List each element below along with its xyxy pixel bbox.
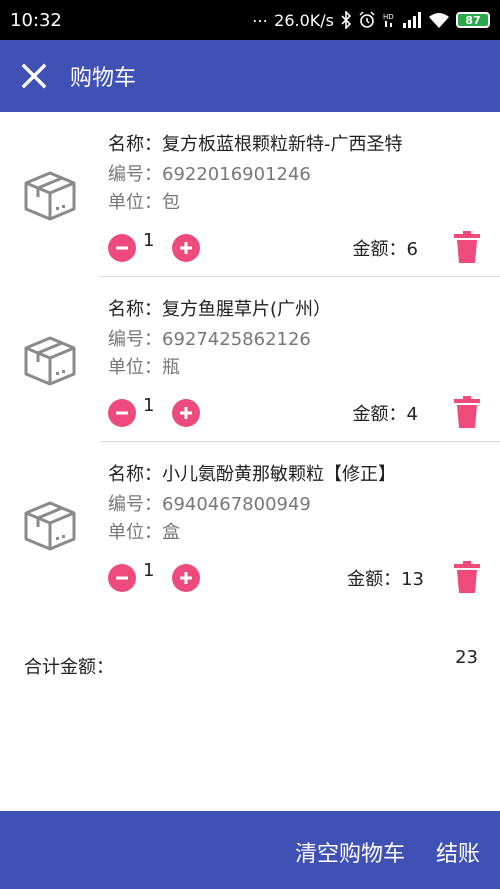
decrease-quantity-button[interactable]: [108, 234, 136, 262]
increase-quantity-button[interactable]: [172, 399, 200, 427]
total-value: 23: [455, 647, 478, 668]
status-time: 10:32: [10, 9, 62, 31]
item-name: 名称：复方鱼腥草片(广州）: [108, 299, 332, 320]
item-amount: 金额：13: [347, 569, 424, 590]
minus-icon: [116, 246, 128, 250]
checkout-button[interactable]: 结账: [436, 836, 480, 868]
minus-icon: [116, 576, 128, 580]
alarm-icon: [358, 11, 376, 29]
cart-item: 名称：小儿氨酚黄那敏颗粒【修正】 编号：6940467800949 单位：盒 1…: [0, 442, 500, 607]
page-title: 购物车: [70, 66, 137, 91]
item-unit: 单位：包: [108, 192, 180, 213]
increase-quantity-button[interactable]: [172, 234, 200, 262]
item-name: 名称：小儿氨酚黄那敏颗粒【修正】: [108, 464, 396, 485]
svg-text:HD: HD: [383, 13, 394, 21]
signal-icon: [402, 12, 422, 28]
quantity-row: 1 金额：13: [108, 560, 500, 594]
item-amount: 金额：4: [352, 404, 418, 425]
close-button[interactable]: [6, 48, 62, 104]
cart-list: 名称：复方板蓝根颗粒新特-广西圣特 编号：6922016901246 单位：包 …: [0, 112, 500, 607]
plus-icon: [180, 572, 192, 584]
wifi-icon: [428, 12, 450, 28]
delete-trash-icon[interactable]: [452, 395, 482, 429]
package-box-icon: [24, 336, 76, 386]
cart-item: 名称：复方鱼腥草片(广州） 编号：6927425862126 单位：瓶 1 金额…: [0, 277, 500, 442]
cart-item: 名称：复方板蓝根颗粒新特-广西圣特 编号：6922016901246 单位：包 …: [0, 112, 500, 277]
status-icons: ⋯ 26.0K/s HD 87: [252, 11, 490, 30]
signal-dots-icon: ⋯: [252, 10, 269, 30]
close-icon: [21, 63, 47, 89]
package-box-icon: [24, 501, 76, 551]
decrease-quantity-button[interactable]: [108, 564, 136, 592]
item-amount: 金额：6: [352, 239, 418, 260]
bluetooth-icon: [340, 11, 352, 29]
minus-icon: [116, 411, 128, 415]
quantity-value: 1: [143, 230, 155, 251]
delete-trash-icon[interactable]: [452, 230, 482, 264]
item-code: 编号：6927425862126: [108, 329, 311, 350]
item-code: 编号：6940467800949: [108, 494, 311, 515]
status-bar: 10:32 ⋯ 26.0K/s HD 87: [0, 0, 500, 40]
total-label: 合计金额：: [24, 657, 114, 678]
quantity-value: 1: [143, 560, 155, 581]
battery-icon: 87: [456, 12, 490, 28]
clear-cart-button[interactable]: 清空购物车: [295, 836, 405, 868]
network-speed: 26.0K/s: [274, 10, 334, 30]
plus-icon: [180, 407, 192, 419]
increase-quantity-button[interactable]: [172, 564, 200, 592]
hd-icon: HD: [382, 11, 396, 29]
item-code: 编号：6922016901246: [108, 164, 311, 185]
bottom-bar: 清空购物车 结账: [0, 811, 500, 889]
decrease-quantity-button[interactable]: [108, 399, 136, 427]
quantity-row: 1 金额：4: [108, 395, 500, 429]
package-box-icon: [24, 171, 76, 221]
item-name: 名称：复方板蓝根颗粒新特-广西圣特: [108, 134, 403, 155]
item-unit: 单位：盒: [108, 522, 180, 543]
app-bar: 购物车: [0, 40, 500, 112]
plus-icon: [180, 242, 192, 254]
quantity-row: 1 金额：6: [108, 230, 500, 264]
delete-trash-icon[interactable]: [452, 560, 482, 594]
item-unit: 单位：瓶: [108, 357, 180, 378]
quantity-value: 1: [143, 395, 155, 416]
